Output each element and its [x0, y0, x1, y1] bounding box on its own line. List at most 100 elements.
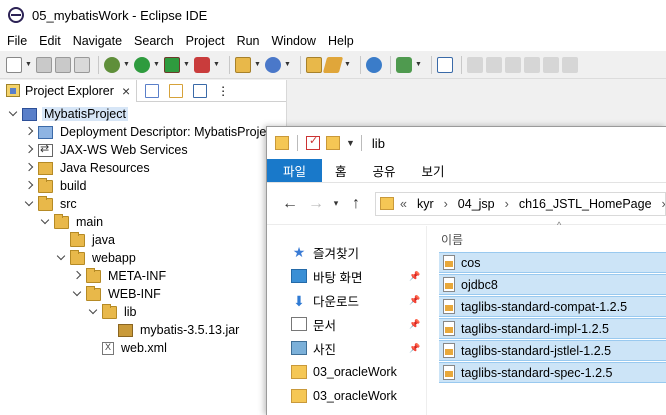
breadcrumb-overflow[interactable]: « — [400, 197, 407, 211]
chevron-down-icon[interactable] — [56, 253, 66, 263]
view-menu-icon[interactable]: ⋮ — [217, 84, 231, 98]
chevron-right-icon[interactable] — [24, 181, 34, 191]
new-java-project-icon[interactable] — [235, 56, 251, 73]
terminal-icon[interactable] — [437, 56, 453, 73]
nav-item-pictures[interactable]: 사진 📌 — [267, 336, 426, 360]
close-icon[interactable]: × — [122, 83, 130, 99]
chevron-right-icon[interactable]: › — [505, 197, 509, 211]
menu-edit[interactable]: Edit — [33, 34, 67, 48]
file-row[interactable]: ojdbc8 — [439, 274, 666, 295]
breadcrumb-item[interactable]: ch16_JSTL_HomePage — [519, 197, 652, 211]
tree-item[interactable]: META-INF — [0, 267, 286, 285]
tree-item[interactable]: main — [0, 213, 286, 231]
tree-item[interactable]: WEB-INF — [0, 285, 286, 303]
globe-icon[interactable] — [366, 56, 382, 73]
menu-help[interactable]: Help — [322, 34, 360, 48]
chevron-right-icon[interactable] — [24, 127, 34, 137]
menu-window[interactable]: Window — [266, 34, 322, 48]
customize-quick-access-icon[interactable]: ▼ — [346, 138, 355, 148]
column-header-name[interactable]: ^ 이름 — [427, 220, 666, 252]
breadcrumb-item[interactable]: 04_jsp — [458, 197, 495, 211]
new-dropdown-icon[interactable]: ▼ — [25, 61, 32, 68]
chevron-down-icon[interactable] — [8, 109, 18, 119]
debug-icon[interactable] — [104, 56, 120, 73]
nav-item-downloads[interactable]: ⬇ 다운로드 📌 — [267, 288, 426, 312]
collapse-all-icon[interactable] — [145, 83, 160, 98]
open-task-dropdown-icon[interactable]: ▼ — [344, 61, 351, 68]
chevron-right-icon[interactable] — [24, 145, 34, 155]
tree-item[interactable]: build — [0, 177, 286, 195]
tree-item[interactable]: Java Resources — [0, 159, 286, 177]
new-folder-icon[interactable] — [326, 136, 340, 150]
up-arrow-icon[interactable]: ↑ — [343, 195, 369, 213]
open-task-icon[interactable] — [322, 56, 344, 73]
chevron-down-icon[interactable] — [72, 289, 82, 299]
run-server-icon[interactable] — [164, 56, 180, 73]
tree-item[interactable]: lib — [0, 303, 286, 321]
link-with-editor-icon[interactable] — [169, 83, 184, 98]
run-dropdown-icon[interactable]: ▼ — [153, 61, 160, 68]
breadcrumb-item[interactable]: kyr — [417, 197, 434, 211]
file-row[interactable]: taglibs-standard-jstlel-1.2.5 — [439, 340, 666, 361]
tree-item[interactable]: webapp — [0, 249, 286, 267]
step-over-icon[interactable] — [562, 56, 578, 73]
tree-item[interactable]: java — [0, 231, 286, 249]
quick-access-item[interactable]: ★ 즐겨찾기 — [267, 240, 426, 264]
tree-item[interactable]: Deployment Descriptor: MybatisProject — [0, 123, 286, 141]
address-bar[interactable]: « kyr › 04_jsp › ch16_JSTL_HomePage › sr… — [375, 191, 666, 216]
chevron-down-icon[interactable] — [88, 307, 98, 317]
external-tools-icon[interactable] — [194, 56, 210, 73]
nav-item-documents[interactable]: 문서 📌 — [267, 312, 426, 336]
new-icon[interactable] — [6, 56, 22, 73]
back-arrow-icon[interactable]: ← — [277, 195, 303, 213]
menu-project[interactable]: Project — [180, 34, 231, 48]
tree-item[interactable]: mybatis-3.5.13.jar — [0, 321, 286, 339]
new-class-icon[interactable] — [265, 56, 281, 73]
menu-navigate[interactable]: Navigate — [67, 34, 128, 48]
step-icon[interactable] — [467, 56, 483, 73]
menu-run[interactable]: Run — [231, 34, 266, 48]
chevron-right-icon[interactable]: › — [444, 197, 448, 211]
tree-item[interactable]: web.xml — [0, 339, 286, 357]
menu-search[interactable]: Search — [128, 34, 180, 48]
new-java-dropdown-icon[interactable]: ▼ — [254, 61, 261, 68]
chevron-right-icon[interactable] — [72, 271, 82, 281]
recent-locations-icon[interactable]: ▾ — [329, 198, 343, 209]
console-icon[interactable] — [74, 56, 90, 73]
menu-file[interactable]: File — [0, 34, 33, 48]
file-row[interactable]: taglibs-standard-impl-1.2.5 — [439, 318, 666, 339]
run-last-icon[interactable] — [396, 56, 412, 73]
save-all-icon[interactable] — [55, 56, 71, 73]
pause-icon[interactable] — [486, 56, 502, 73]
tree-item[interactable]: MybatisProject — [0, 105, 286, 123]
properties-icon[interactable] — [306, 134, 320, 150]
tab-file[interactable]: 파일 — [267, 159, 323, 182]
tab-project-explorer[interactable]: Project Explorer × — [0, 79, 138, 102]
run-last-dropdown-icon[interactable]: ▼ — [415, 61, 422, 68]
save-icon[interactable] — [36, 56, 52, 73]
stop-icon[interactable] — [505, 56, 521, 73]
tree-item[interactable]: JAX-WS Web Services — [0, 141, 286, 159]
open-type-icon[interactable] — [306, 56, 322, 73]
run-icon[interactable] — [134, 56, 150, 73]
external-tools-dropdown-icon[interactable]: ▼ — [213, 61, 220, 68]
file-row[interactable]: taglibs-standard-compat-1.2.5 — [439, 296, 666, 317]
tab-share[interactable]: 공유 — [360, 159, 409, 182]
new-class-dropdown-icon[interactable]: ▼ — [284, 61, 291, 68]
nav-item-folder[interactable]: 03_oracleWork — [267, 360, 426, 384]
tab-view[interactable]: 보기 — [409, 159, 458, 182]
step-into-icon[interactable] — [543, 56, 559, 73]
run-server-dropdown-icon[interactable]: ▼ — [183, 61, 190, 68]
file-row[interactable]: cos — [439, 252, 666, 273]
disconnect-icon[interactable] — [524, 56, 540, 73]
chevron-right-icon[interactable]: › — [662, 197, 665, 211]
nav-item-desktop[interactable]: 바탕 화면 📌 — [267, 264, 426, 288]
tab-home[interactable]: 홈 — [322, 159, 360, 182]
file-row[interactable]: taglibs-standard-spec-1.2.5 — [439, 362, 666, 383]
tree-item[interactable]: src — [0, 195, 286, 213]
chevron-right-icon[interactable] — [24, 163, 34, 173]
debug-dropdown-icon[interactable]: ▼ — [123, 61, 130, 68]
chevron-down-icon[interactable] — [24, 199, 34, 209]
chevron-down-icon[interactable] — [40, 217, 50, 227]
nav-item-folder[interactable]: 03_oracleWork — [267, 384, 426, 408]
